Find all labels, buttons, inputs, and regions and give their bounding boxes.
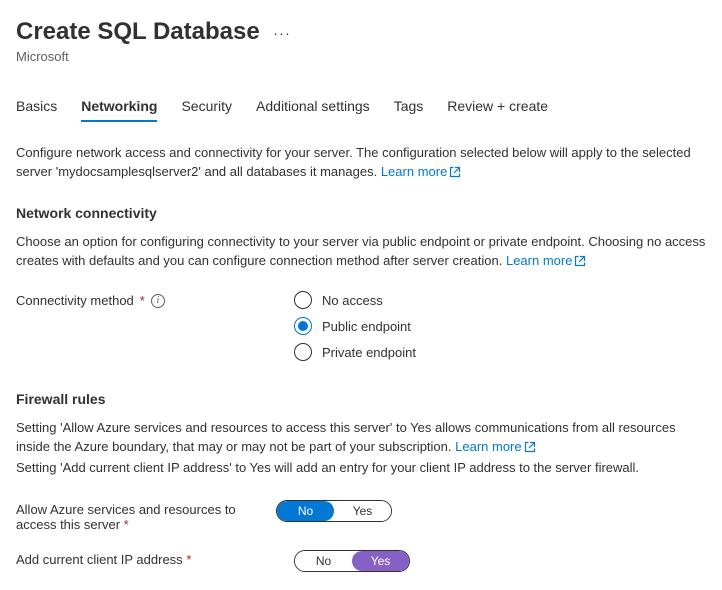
radio-circle-icon [294,317,312,335]
radio-public-endpoint-label: Public endpoint [322,319,411,334]
radio-no-access[interactable]: No access [294,291,416,309]
add-client-ip-toggle[interactable]: No Yes [294,550,410,572]
required-asterisk: * [124,517,129,532]
external-link-icon [449,165,461,184]
intro-learn-more-link[interactable]: Learn more [381,164,461,179]
radio-private-endpoint[interactable]: Private endpoint [294,343,416,361]
radio-dot-icon [298,321,308,331]
network-connectivity-desc: Choose an option for configuring connect… [16,233,706,273]
connectivity-method-label: Connectivity method * i [16,291,294,308]
required-asterisk: * [186,552,191,567]
tabs-bar: Basics Networking Security Additional se… [16,92,706,122]
tab-tags[interactable]: Tags [394,92,424,122]
firewall-desc-line1: Setting 'Allow Azure services and resour… [16,420,676,454]
connectivity-method-radio-group: No access Public endpoint Private endpoi… [294,291,416,361]
firewall-learn-more-link[interactable]: Learn more [455,439,535,454]
network-connectivity-learn-more-link[interactable]: Learn more [506,253,586,268]
info-icon[interactable]: i [151,294,165,308]
page-title: Create SQL Database [16,18,260,47]
external-link-icon [574,254,586,273]
radio-circle-icon [294,343,312,361]
tab-review-create[interactable]: Review + create [447,92,548,122]
radio-private-endpoint-label: Private endpoint [322,345,416,360]
allow-azure-services-toggle[interactable]: No Yes [276,500,392,522]
firewall-rules-desc: Setting 'Allow Azure services and resour… [16,419,706,478]
client-ip-yes-option[interactable]: Yes [352,551,409,571]
firewall-rules-heading: Firewall rules [16,391,706,407]
networking-intro-text: Configure network access and connectivit… [16,145,691,179]
publisher-subtitle: Microsoft [16,49,706,64]
required-asterisk: * [140,293,145,308]
tab-networking[interactable]: Networking [81,92,157,122]
tab-security[interactable]: Security [181,92,232,122]
network-connectivity-heading: Network connectivity [16,205,706,221]
networking-intro: Configure network access and connectivit… [16,144,706,184]
radio-public-endpoint[interactable]: Public endpoint [294,317,416,335]
tab-additional-settings[interactable]: Additional settings [256,92,370,122]
allow-azure-yes-option[interactable]: Yes [334,501,391,521]
add-client-ip-label: Add current client IP address * [16,550,294,567]
tab-basics[interactable]: Basics [16,92,57,122]
more-actions-icon[interactable]: ... [274,22,292,42]
network-connectivity-desc-text: Choose an option for configuring connect… [16,234,705,268]
radio-circle-icon [294,291,312,309]
allow-azure-no-option[interactable]: No [277,501,334,521]
client-ip-no-option[interactable]: No [295,551,352,571]
external-link-icon [524,440,536,459]
firewall-desc-line2: Setting 'Add current client IP address' … [16,460,639,475]
radio-no-access-label: No access [322,293,383,308]
allow-azure-services-label: Allow Azure services and resources to ac… [16,500,276,532]
